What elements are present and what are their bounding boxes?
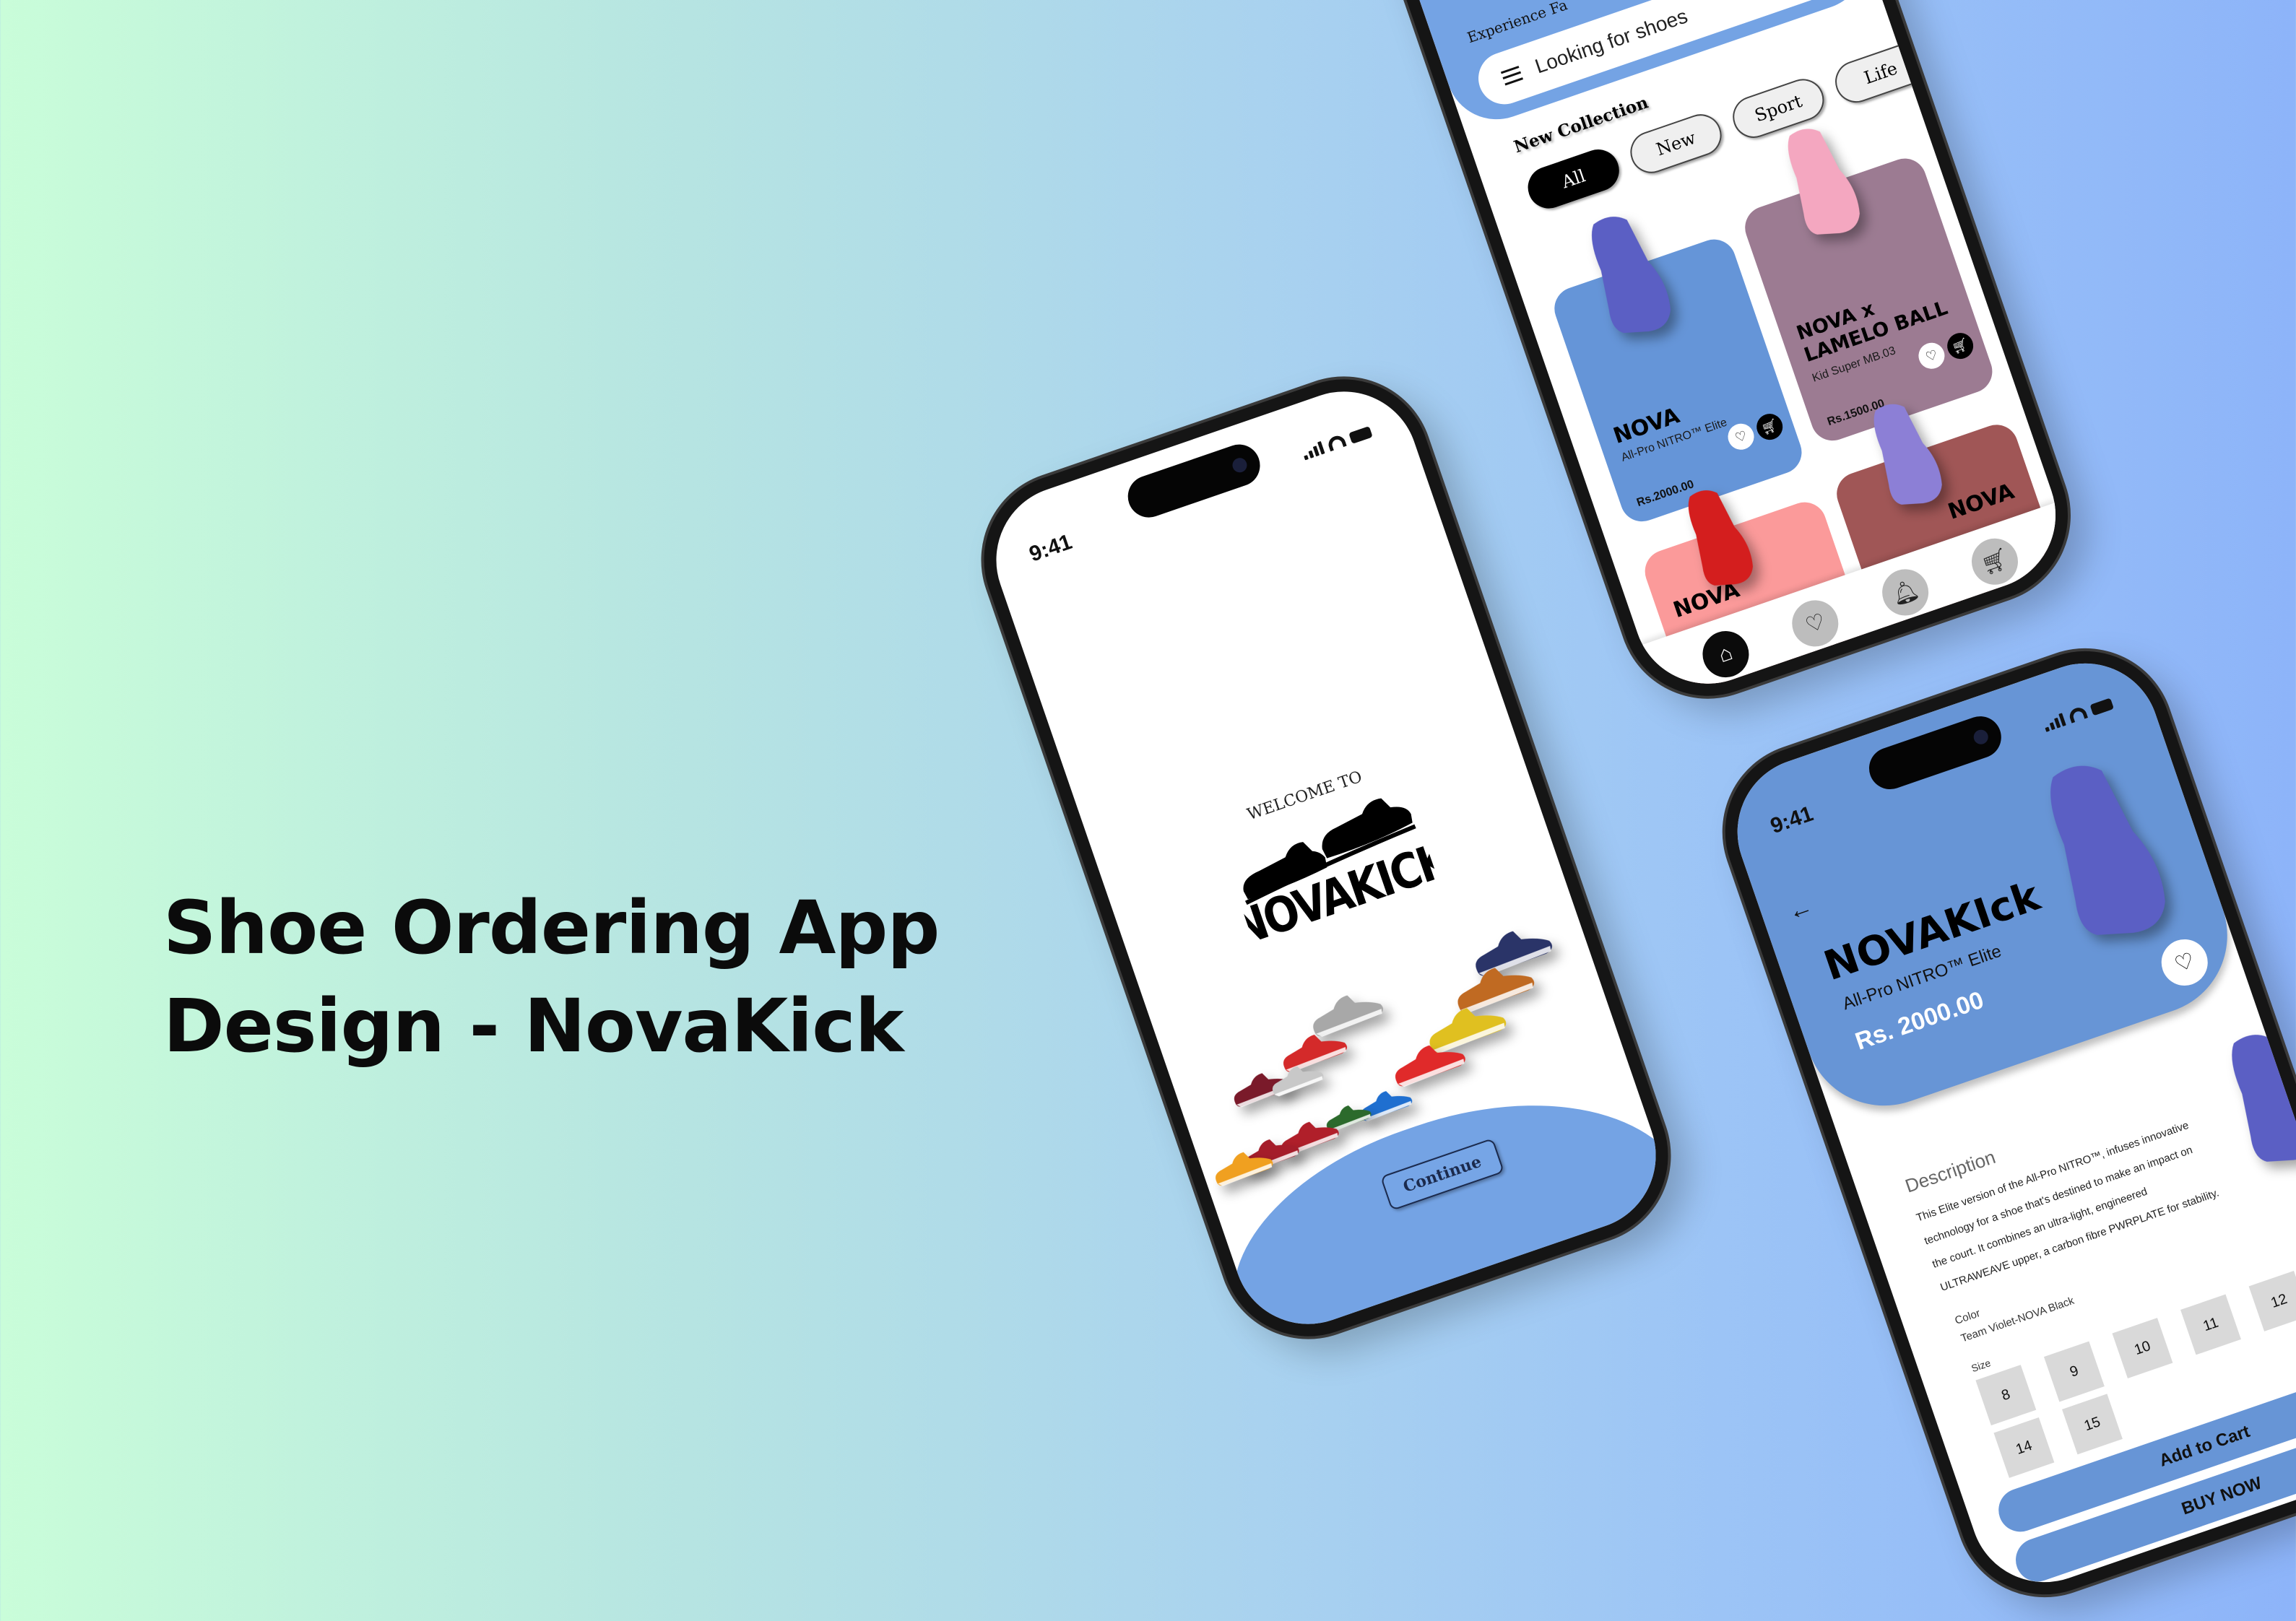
color-label: Color	[1953, 1307, 1982, 1327]
heart-icon[interactable]: ♡	[1785, 594, 1845, 653]
size-option[interactable]: 9	[2043, 1341, 2105, 1402]
size-option[interactable]: 15	[2062, 1394, 2123, 1455]
dynamic-island	[1122, 438, 1266, 523]
battery-icon	[1348, 426, 1373, 444]
status-time: 9:41	[1026, 529, 1075, 567]
hero-title: Shoe Ordering App Design - NovaKick	[163, 879, 940, 1076]
home-icon[interactable]: ⌂	[1696, 625, 1755, 684]
status-icons	[1301, 425, 1373, 461]
cart-icon[interactable]: 🛒︎	[1753, 410, 1787, 443]
chip-all[interactable]: All	[1522, 144, 1625, 214]
size-option[interactable]: 12	[2248, 1270, 2296, 1331]
hero-title-line-2: Design - NovaKick	[163, 983, 904, 1069]
favorite-icon[interactable]: ♡	[1915, 339, 1949, 373]
cart-icon[interactable]: 🛒︎	[1965, 532, 2024, 591]
hero-title-line-1: Shoe Ordering App	[163, 885, 940, 971]
size-option[interactable]: 11	[2180, 1294, 2241, 1355]
card-brand: NOVA	[1944, 479, 2018, 525]
wifi-icon	[1326, 433, 1347, 452]
chip-life[interactable]: Life	[1829, 38, 1933, 108]
chip-new[interactable]: New	[1624, 108, 1728, 179]
description-text: This Elite version of the All-Pro NITRO™…	[1913, 1095, 2273, 1300]
signal-icon	[1301, 440, 1325, 461]
menu-icon[interactable]	[1500, 66, 1523, 86]
cart-icon[interactable]: 🛒︎	[1944, 329, 1977, 362]
bell-icon[interactable]: 🔔︎	[1876, 562, 1935, 622]
favorite-icon[interactable]: ♡	[1724, 420, 1758, 453]
size-option[interactable]: 10	[2112, 1318, 2173, 1378]
size-option[interactable]: 14	[1993, 1417, 2055, 1478]
detail-phone: 9:41 ← NOVAKIck All-Pro NITRO™ Elite Rs.…	[1702, 627, 2296, 1618]
size-option[interactable]: 8	[1975, 1365, 2037, 1426]
size-label: Size	[1970, 1357, 1993, 1375]
